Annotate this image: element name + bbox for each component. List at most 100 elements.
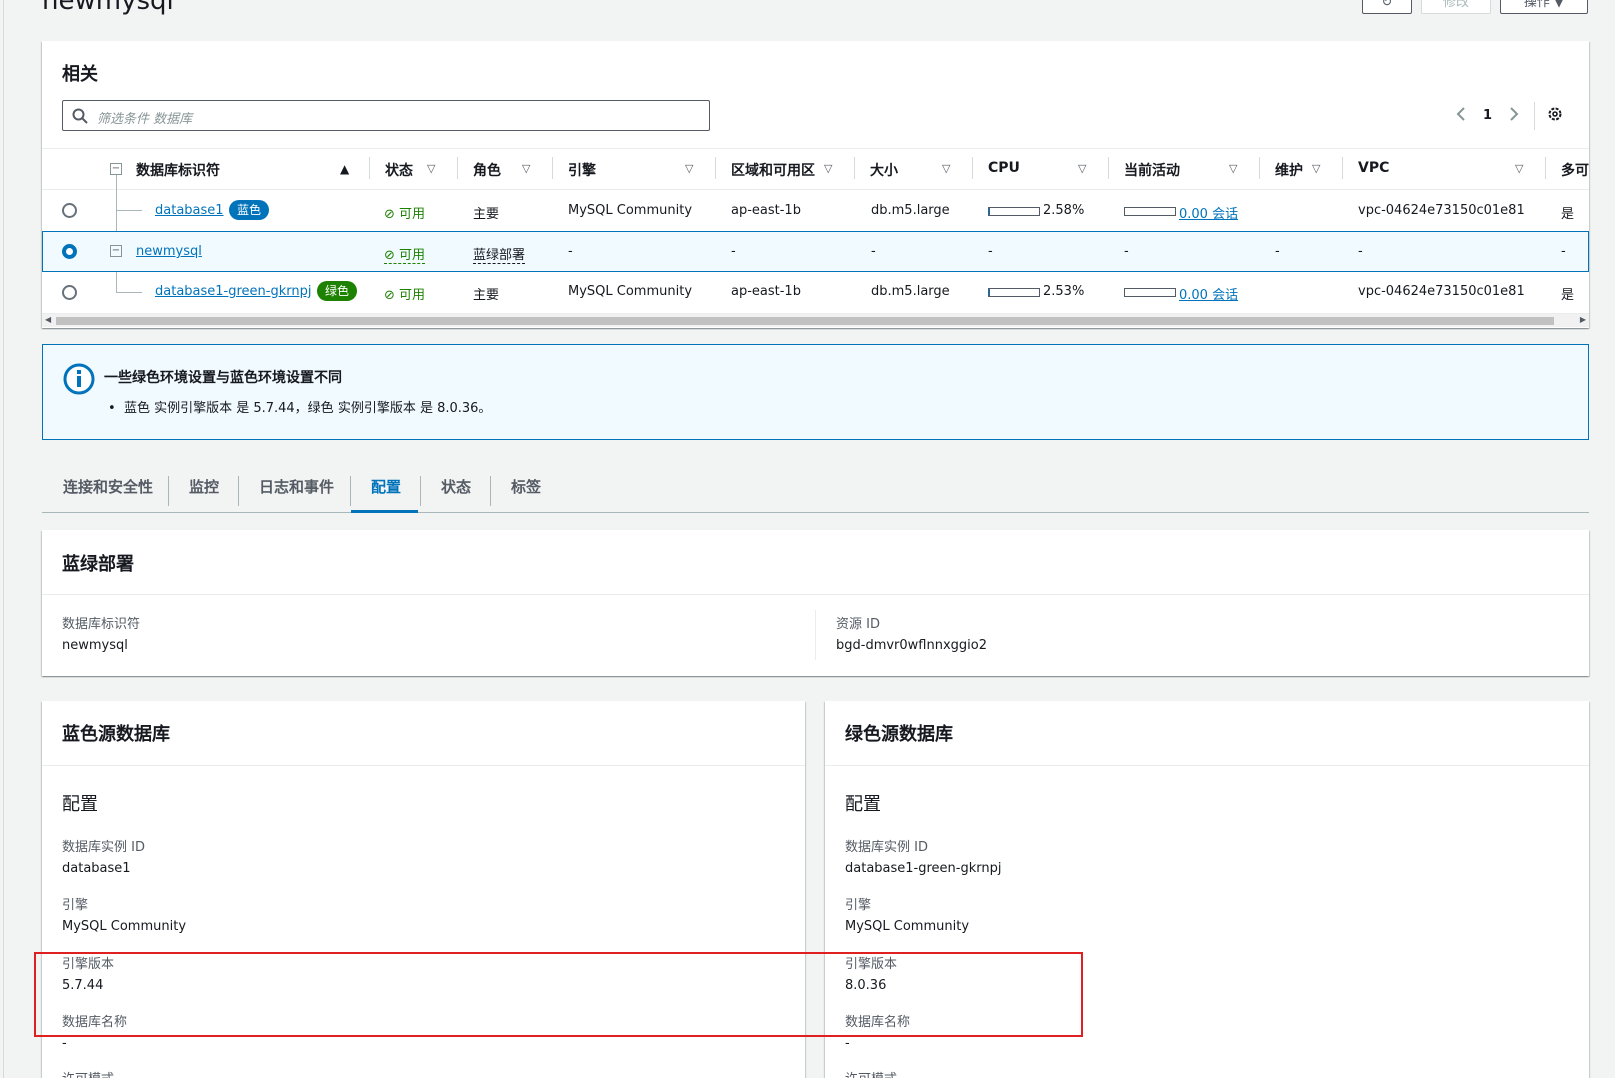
row-radio[interactable]	[62, 203, 77, 218]
modify-button[interactable]: 修改	[1421, 0, 1491, 14]
sort-icon[interactable]: ▽	[1078, 162, 1086, 175]
col-header-size[interactable]: 大小	[870, 160, 898, 180]
vpc-cell: vpc-04624e73150c01e81	[1358, 284, 1525, 299]
engine-label: 引擎	[845, 898, 872, 913]
prev-page-icon[interactable]	[1455, 106, 1467, 126]
tree-line	[116, 292, 142, 293]
instance-id-value: database1	[62, 861, 131, 876]
search-placeholder: 筛选条件 数据库	[97, 112, 193, 127]
instance-id-label: 数据库实例 ID	[62, 840, 145, 855]
cpu-bar-fill	[989, 289, 991, 296]
tab-configuration[interactable]: 配置	[351, 475, 418, 513]
db-id-link[interactable]: newmysql	[136, 244, 202, 259]
row-radio-selected[interactable]	[62, 244, 77, 259]
col-header-cpu[interactable]: CPU	[988, 160, 1020, 176]
tab-tags[interactable]: 标签	[511, 475, 541, 513]
multi-az-cell: 是	[1561, 288, 1575, 303]
activity-link[interactable]: 0.00 会话	[1179, 203, 1238, 222]
table-top-rule	[42, 148, 1589, 149]
sort-icon[interactable]: ▽	[824, 162, 832, 175]
engine-cell: -	[568, 244, 573, 259]
panel-header-rule	[825, 765, 1589, 766]
horizontal-scrollbar[interactable]: ◀ ▶	[42, 313, 1589, 327]
activity-bar	[1124, 288, 1176, 297]
row-radio[interactable]	[62, 285, 77, 300]
sort-icon[interactable]: ▽	[1312, 162, 1320, 175]
col-header-engine[interactable]: 引擎	[568, 160, 596, 180]
col-sep	[1108, 157, 1109, 179]
table-row-selected[interactable]	[42, 231, 1589, 272]
col-header-id[interactable]: 数据库标识符	[136, 160, 220, 180]
resource-id-label: 资源 ID	[836, 617, 880, 632]
activity-link[interactable]: 0.00 会话	[1179, 284, 1238, 303]
check-circle-icon: ⊘	[384, 288, 395, 303]
sort-icon[interactable]: ▽	[427, 162, 435, 175]
alert-item-text: 蓝色 实例引擎版本 是 5.7.44，绿色 实例引擎版本 是 8.0.36。	[123, 401, 492, 416]
scroll-thumb[interactable]	[56, 317, 1554, 325]
col-header-vpc[interactable]: VPC	[1358, 160, 1389, 176]
az-cell: ap-east-1b	[731, 284, 801, 299]
bg-title: 蓝绿部署	[62, 554, 134, 575]
scroll-left-icon[interactable]: ◀	[45, 315, 51, 324]
role-cell: 主要	[473, 207, 500, 222]
status-text: 可用	[399, 248, 426, 263]
check-circle-icon: ⊘	[384, 248, 395, 263]
actions-button[interactable]: 操作 ▼	[1500, 0, 1588, 14]
panel-header-rule	[42, 594, 1589, 595]
size-cell: db.m5.large	[871, 284, 950, 299]
tab-logs-events[interactable]: 日志和事件	[259, 475, 334, 513]
resource-id-value: bgd-dmvr0wflnnxggio2	[836, 638, 988, 653]
license-label: 许可模式	[845, 1068, 897, 1078]
db-id-link[interactable]: database1-green-gkrnpj	[155, 284, 311, 299]
col-header-role[interactable]: 角色	[473, 160, 501, 180]
sort-icon[interactable]: ▽	[685, 162, 693, 175]
settings-gear-icon[interactable]	[1547, 106, 1563, 126]
role-cell[interactable]: 蓝绿部署	[473, 244, 526, 264]
tab-connectivity[interactable]: 连接和安全性	[63, 475, 153, 513]
refresh-button[interactable]: ↻	[1362, 0, 1412, 14]
col-sep	[457, 157, 458, 179]
sort-icon[interactable]: ▽	[942, 162, 950, 175]
db-identifier-value: newmysql	[62, 638, 128, 653]
sort-icon[interactable]: ▽	[1515, 162, 1523, 175]
cpu-bar	[988, 207, 1040, 216]
col-header-maintenance[interactable]: 维护	[1275, 160, 1303, 180]
info-alert: 一些绿色环境设置与蓝色环境设置不同 • 蓝色 实例引擎版本 是 5.7.44，绿…	[42, 344, 1589, 440]
col-header-multi-az[interactable]: 多可	[1561, 160, 1589, 180]
db-id-link[interactable]: database1	[155, 203, 224, 218]
az-cell: ap-east-1b	[731, 203, 801, 218]
sort-icon[interactable]: ▽	[522, 162, 530, 175]
engine-cell: MySQL Community	[568, 203, 693, 218]
alert-item: • 蓝色 实例引擎版本 是 5.7.44，绿色 实例引擎版本 是 8.0.36。	[108, 397, 491, 416]
page-title: newmysql	[42, 0, 174, 16]
tab-monitoring[interactable]: 监控	[189, 475, 219, 513]
col-sep	[854, 157, 855, 179]
activity-cell: -	[1124, 244, 1129, 259]
col-header-activity[interactable]: 当前活动	[1124, 160, 1180, 180]
tab-sep	[168, 476, 169, 506]
col-header-az[interactable]: 区域和可用区	[731, 160, 815, 180]
column-divider	[815, 610, 816, 660]
next-page-icon[interactable]	[1508, 106, 1520, 126]
alert-title: 一些绿色环境设置与蓝色环境设置不同	[104, 370, 342, 386]
status-cell[interactable]: ⊘ 可用	[384, 244, 426, 264]
vpc-cell: vpc-04624e73150c01e81	[1358, 203, 1525, 218]
col-header-status[interactable]: 状态	[385, 160, 413, 180]
az-cell: -	[731, 244, 736, 259]
sort-ascending-icon[interactable]: ▲	[340, 162, 349, 176]
engine-value: MySQL Community	[62, 919, 187, 934]
collapse-all-icon[interactable]: −	[110, 163, 122, 175]
status-text: 可用	[399, 288, 426, 303]
search-input[interactable]: 筛选条件 数据库	[62, 100, 710, 131]
collapse-row-icon[interactable]: −	[110, 245, 122, 257]
left-border	[3, 0, 4, 1078]
highlight-box	[34, 952, 1083, 1037]
scroll-right-icon[interactable]: ▶	[1580, 315, 1586, 324]
panel-header-rule	[42, 765, 805, 766]
page: newmysql ↻ 修改 操作 ▼ 相关 筛选条件 数据库 1 − 数据库标识…	[0, 0, 1615, 1078]
tab-status[interactable]: 状态	[441, 475, 471, 513]
page-number[interactable]: 1	[1483, 108, 1492, 123]
sort-icon[interactable]: ▽	[1229, 162, 1237, 175]
multi-az-cell: 是	[1561, 207, 1575, 222]
related-title: 相关	[62, 64, 98, 85]
